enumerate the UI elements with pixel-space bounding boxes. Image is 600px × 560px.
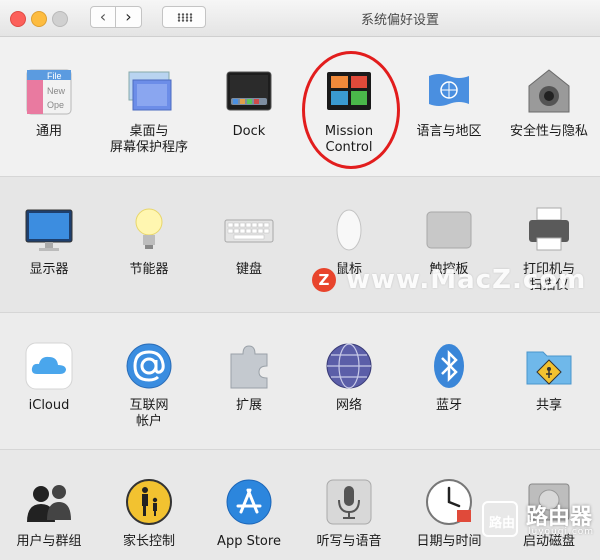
pane-label: 节能器 [129,262,169,277]
bluetooth-icon [423,340,475,392]
puzzle-piece-icon [223,340,275,392]
un-flag-icon [423,66,475,118]
users-icon [23,476,75,528]
app-store-icon [223,476,275,528]
house-safe-icon [523,66,575,118]
window-toolbar: ‹ › 系统偏好设置 [0,0,600,37]
mission-control-icon [323,66,375,118]
globe-icon [323,340,375,392]
pane-label: 通用 [35,124,62,139]
pane-mission-control[interactable]: Mission Control [300,66,398,156]
microphone-icon [323,476,375,528]
pane-label: Dock [232,124,266,139]
pane-label: 扩展 [235,398,262,413]
pane-app-store[interactable]: App Store [200,476,298,550]
pane-keyboard[interactable]: 键盘 [200,204,298,278]
pane-label: 用户与群组 [16,534,82,549]
trackpad-icon [423,204,475,256]
dock-icon [223,66,275,118]
pane-label: 互联网 帐户 [129,398,169,429]
pane-label: 安全性与隐私 [509,124,588,139]
svg-text:Ope: Ope [47,100,64,110]
pane-bluetooth[interactable]: 蓝牙 [400,340,498,414]
corner-logo-domain: luyouqi.com [528,527,595,537]
keyboard-icon [223,204,275,256]
pane-label: 共享 [535,398,562,413]
printer-icon [523,204,575,256]
pane-users-groups[interactable]: 用户与群组 [0,476,98,550]
sharing-folder-icon [523,340,575,392]
pane-energy-saver[interactable]: 节能器 [100,204,198,278]
pane-label: 网络 [335,398,362,413]
pane-parental-controls[interactable]: 家长控制 [100,476,198,550]
watermark-badge: Z [312,268,336,292]
desktop-icon [123,66,175,118]
pane-language-region[interactable]: 语言与地区 [400,66,498,140]
pane-dock[interactable]: Dock [200,66,298,140]
clock-icon [423,476,475,528]
window-title: 系统偏好设置 [360,13,439,28]
svg-text:New: New [47,86,66,96]
pane-label: 桌面与 屏幕保护程序 [109,124,188,155]
parental-controls-icon [123,476,175,528]
pane-label: 语言与地区 [416,124,482,139]
pane-label: 蓝牙 [435,398,462,413]
pane-internet-accounts[interactable]: 互联网 帐户 [100,340,198,430]
pane-label: 键盘 [235,262,262,277]
router-logo-icon: 路由 [482,501,518,537]
general-icon: File New Ope [23,66,75,118]
pane-extensions[interactable]: 扩展 [200,340,298,414]
pane-icloud[interactable]: iCloud [0,340,98,414]
svg-text:File: File [47,71,62,81]
pane-desktop-screensaver[interactable]: 桌面与 屏幕保护程序 [100,66,198,156]
pane-general[interactable]: File New Ope 通用 [0,66,98,140]
lightbulb-icon [123,204,175,256]
mouse-icon [323,204,375,256]
pane-displays[interactable]: 显示器 [0,204,98,278]
pane-label: iCloud [28,398,70,413]
pane-label: 显示器 [29,262,69,277]
pane-security-privacy[interactable]: 安全性与隐私 [500,66,598,140]
pane-label: Mission Control [324,124,374,155]
pane-dictation-speech[interactable]: 听写与语音 [300,476,398,550]
at-sign-icon [123,340,175,392]
pane-label: 听写与语音 [316,534,382,549]
pane-label: 家长控制 [122,534,175,549]
display-icon [23,204,75,256]
corner-logo: 路由 路由器 luyouqi.com [482,497,595,549]
pane-sharing[interactable]: 共享 [500,340,598,414]
pane-network[interactable]: 网络 [300,340,398,414]
watermark-text: www.MacZ.com [346,265,587,295]
cloud-icon [23,340,75,392]
pane-label: App Store [217,534,281,549]
